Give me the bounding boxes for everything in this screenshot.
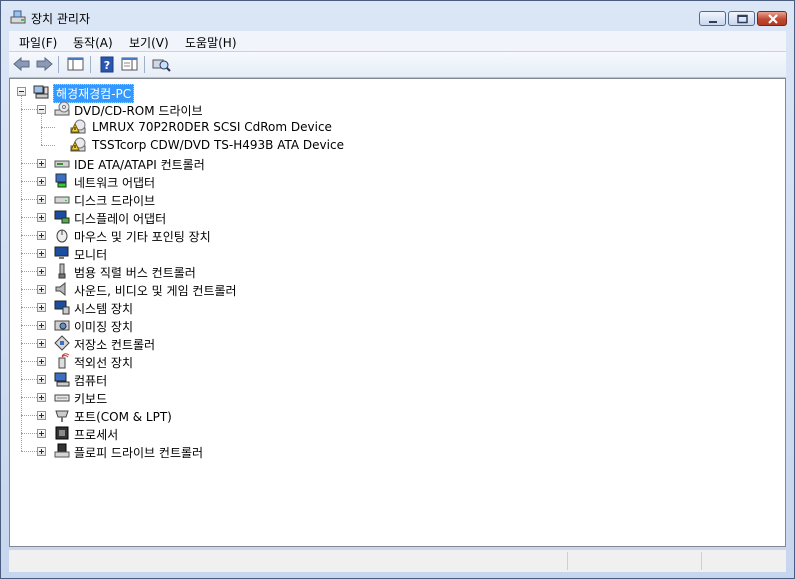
minimize-button[interactable] bbox=[699, 11, 726, 26]
help-button[interactable]: ? bbox=[97, 55, 117, 73]
dvd-device-icon bbox=[70, 137, 86, 152]
toolbar-separator bbox=[58, 56, 59, 73]
expand-toggle[interactable] bbox=[37, 303, 46, 312]
tree-category-item[interactable]: IDE ATA/ATAPI 컨트롤러 bbox=[74, 156, 205, 173]
scan-hardware-button[interactable] bbox=[151, 55, 171, 73]
status-bar bbox=[9, 549, 786, 572]
tree-category-item[interactable]: 포트(COM & LPT) bbox=[74, 408, 172, 425]
expand-toggle[interactable] bbox=[37, 357, 46, 366]
device-tree[interactable]: 해경재경컴-PC DVD/CD-ROM 드라이브 LMRUX 70P2R0DER S… bbox=[9, 78, 786, 547]
floppy-controller-icon bbox=[54, 443, 70, 458]
tree-category-item[interactable]: 저장소 컨트롤러 bbox=[74, 336, 155, 353]
expand-toggle[interactable] bbox=[37, 321, 46, 330]
dvd-drive-icon bbox=[54, 101, 70, 116]
expand-toggle[interactable] bbox=[37, 375, 46, 384]
toolbar: ? bbox=[9, 52, 786, 78]
expand-toggle[interactable] bbox=[37, 249, 46, 258]
svg-text:?: ? bbox=[104, 59, 110, 72]
tree-category-item[interactable]: 시스템 장치 bbox=[74, 300, 133, 317]
forward-arrow-icon bbox=[36, 56, 53, 72]
minimize-icon bbox=[709, 21, 717, 23]
maximize-button[interactable] bbox=[728, 11, 755, 26]
device-manager-window: 장치 관리자 파일(F) 동작(A) 보기(V) 도움말(H) ? 해경재경컴-… bbox=[0, 0, 795, 579]
tree-connector bbox=[41, 145, 55, 147]
infrared-device-icon bbox=[58, 353, 70, 369]
disk-drive-icon bbox=[54, 196, 70, 204]
expand-toggle[interactable] bbox=[37, 411, 46, 420]
properties-pane-icon bbox=[121, 57, 138, 71]
computer-icon bbox=[54, 372, 70, 387]
expand-toggle[interactable] bbox=[37, 267, 46, 276]
tree-device-item[interactable]: TSSTcorp CDW/DVD TS-H493B ATA Device bbox=[92, 138, 344, 152]
expand-toggle[interactable] bbox=[37, 429, 46, 438]
tree-category-item[interactable]: 디스플레이 어댑터 bbox=[74, 210, 166, 227]
expand-toggle[interactable] bbox=[37, 231, 46, 240]
maximize-icon bbox=[737, 14, 748, 24]
tree-category-item[interactable]: 사운드, 비디오 및 게임 컨트롤러 bbox=[74, 282, 237, 299]
status-panel bbox=[567, 552, 568, 570]
expand-toggle[interactable] bbox=[37, 177, 46, 186]
scan-hardware-icon bbox=[152, 59, 171, 72]
tree-category-item[interactable]: 모니터 bbox=[74, 246, 107, 263]
expand-toggle[interactable] bbox=[37, 285, 46, 294]
tree-connector bbox=[21, 96, 23, 451]
properties-button[interactable] bbox=[120, 55, 140, 73]
close-button[interactable] bbox=[757, 11, 787, 26]
tree-category-item[interactable]: 디스크 드라이브 bbox=[74, 192, 155, 209]
tree-category-item[interactable]: 플로피 드라이브 컨트롤러 bbox=[74, 444, 203, 461]
menu-bar: 파일(F) 동작(A) 보기(V) 도움말(H) bbox=[9, 31, 786, 52]
keyboard-icon bbox=[54, 394, 70, 402]
console-tree-button[interactable] bbox=[66, 55, 86, 73]
tree-category-item[interactable]: 프로세서 bbox=[74, 426, 118, 443]
expand-toggle[interactable] bbox=[37, 159, 46, 168]
mouse-icon bbox=[56, 229, 68, 243]
tree-category-item[interactable]: 이미징 장치 bbox=[74, 318, 133, 335]
menu-view[interactable]: 보기(V) bbox=[129, 34, 169, 51]
network-adapter-icon bbox=[55, 173, 67, 188]
dvd-device-icon bbox=[70, 119, 86, 134]
tree-category-item[interactable]: 마우스 및 기타 포인팅 장치 bbox=[74, 228, 211, 245]
forward-button[interactable] bbox=[34, 55, 54, 73]
expand-toggle[interactable] bbox=[37, 195, 46, 204]
menu-help[interactable]: 도움말(H) bbox=[185, 34, 237, 51]
expand-toggle[interactable] bbox=[37, 393, 46, 402]
window-title: 장치 관리자 bbox=[31, 12, 91, 26]
storage-controller-icon bbox=[54, 335, 70, 351]
processor-icon bbox=[55, 426, 69, 440]
speaker-icon bbox=[55, 281, 66, 297]
usb-controller-icon bbox=[58, 263, 66, 279]
toolbar-separator bbox=[90, 56, 91, 73]
tree-category-item[interactable]: 적외선 장치 bbox=[74, 354, 133, 371]
menu-action[interactable]: 동작(A) bbox=[73, 34, 113, 51]
port-icon bbox=[55, 410, 69, 422]
expand-toggle[interactable] bbox=[37, 339, 46, 348]
tree-category-item[interactable]: 네트워크 어댑터 bbox=[74, 174, 155, 191]
display-adapter-icon bbox=[54, 210, 70, 224]
system-device-icon bbox=[54, 300, 70, 315]
tree-connector bbox=[41, 113, 43, 145]
expand-toggle[interactable] bbox=[37, 213, 46, 222]
menu-file[interactable]: 파일(F) bbox=[19, 34, 57, 51]
root bbox=[33, 85, 49, 99]
collapse-toggle[interactable] bbox=[17, 87, 26, 96]
tree-category-item[interactable]: 키보드 bbox=[74, 390, 107, 407]
back-button[interactable] bbox=[12, 55, 32, 73]
tree-connector bbox=[41, 127, 55, 129]
expand-toggle[interactable] bbox=[37, 447, 46, 456]
tree-category-item[interactable]: 범용 직렬 버스 컨트롤러 bbox=[74, 264, 196, 281]
toolbar-separator bbox=[144, 56, 145, 73]
status-panel bbox=[701, 552, 702, 570]
title-bar[interactable]: 장치 관리자 bbox=[1, 1, 794, 31]
back-arrow-icon bbox=[13, 56, 30, 72]
show-hide-console-tree-icon bbox=[67, 57, 84, 71]
tree-category-item[interactable]: DVD/CD-ROM 드라이브 bbox=[74, 102, 203, 119]
ide-controller-icon bbox=[54, 160, 70, 168]
help-icon: ? bbox=[100, 56, 114, 73]
device-manager-app-icon bbox=[10, 10, 26, 24]
close-icon bbox=[768, 14, 778, 24]
monitor-icon bbox=[54, 246, 69, 259]
tree-category-item[interactable]: 컴퓨터 bbox=[74, 372, 107, 389]
tree-device-item[interactable]: LMRUX 70P2R0DER SCSI CdRom Device bbox=[92, 120, 332, 134]
imaging-device-icon bbox=[54, 320, 70, 331]
